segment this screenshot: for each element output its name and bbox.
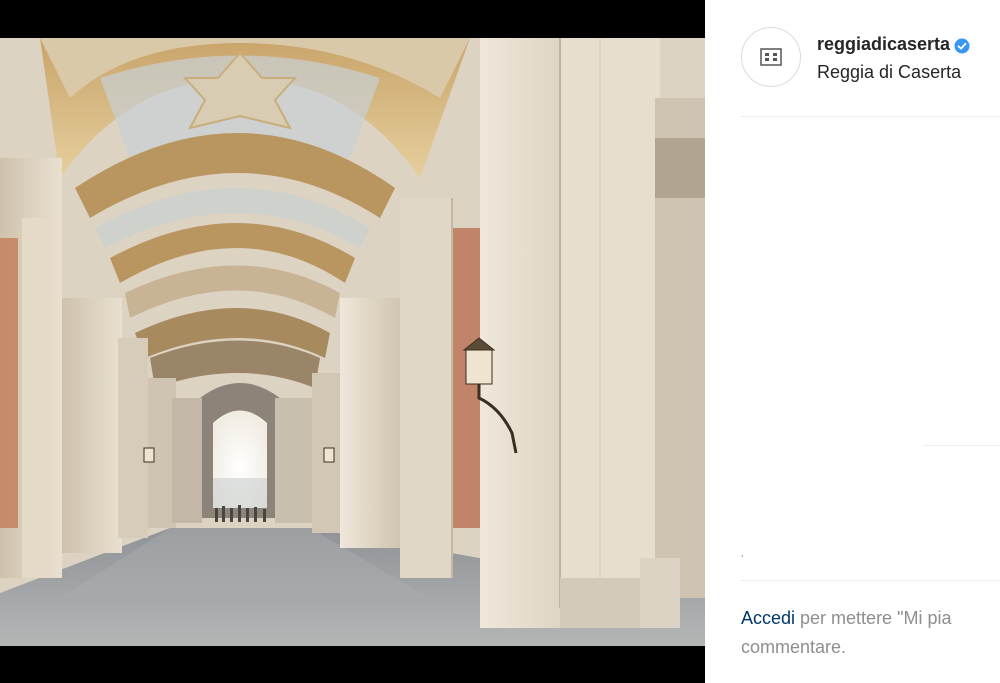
stray-mark: ʼ	[741, 554, 744, 566]
post-sidebar: reggiadicaserta Reggia di Caserta ʼ Acce…	[705, 0, 1000, 683]
palace-logo-icon	[760, 48, 782, 66]
verified-badge-icon	[954, 38, 970, 54]
footer-divider	[740, 580, 1000, 581]
header-divider	[740, 116, 1000, 117]
username-row: reggiadicaserta	[817, 34, 970, 55]
login-link[interactable]: Accedi	[741, 608, 795, 628]
login-prompt-text: per mettere "Mi pia	[795, 608, 952, 628]
location-link[interactable]: Reggia di Caserta	[817, 62, 961, 83]
username-link[interactable]: reggiadicaserta	[817, 34, 950, 54]
post-header: reggiadicaserta Reggia di Caserta	[705, 0, 1000, 116]
login-prompt-text-continued: commentare.	[741, 637, 847, 657]
post-photo-pane	[0, 0, 705, 683]
avatar[interactable]	[741, 27, 801, 87]
login-prompt: Accedi per mettere "Mi pia commentare.	[741, 604, 1000, 662]
comments-divider	[923, 445, 1000, 446]
post-photo[interactable]	[0, 38, 705, 646]
